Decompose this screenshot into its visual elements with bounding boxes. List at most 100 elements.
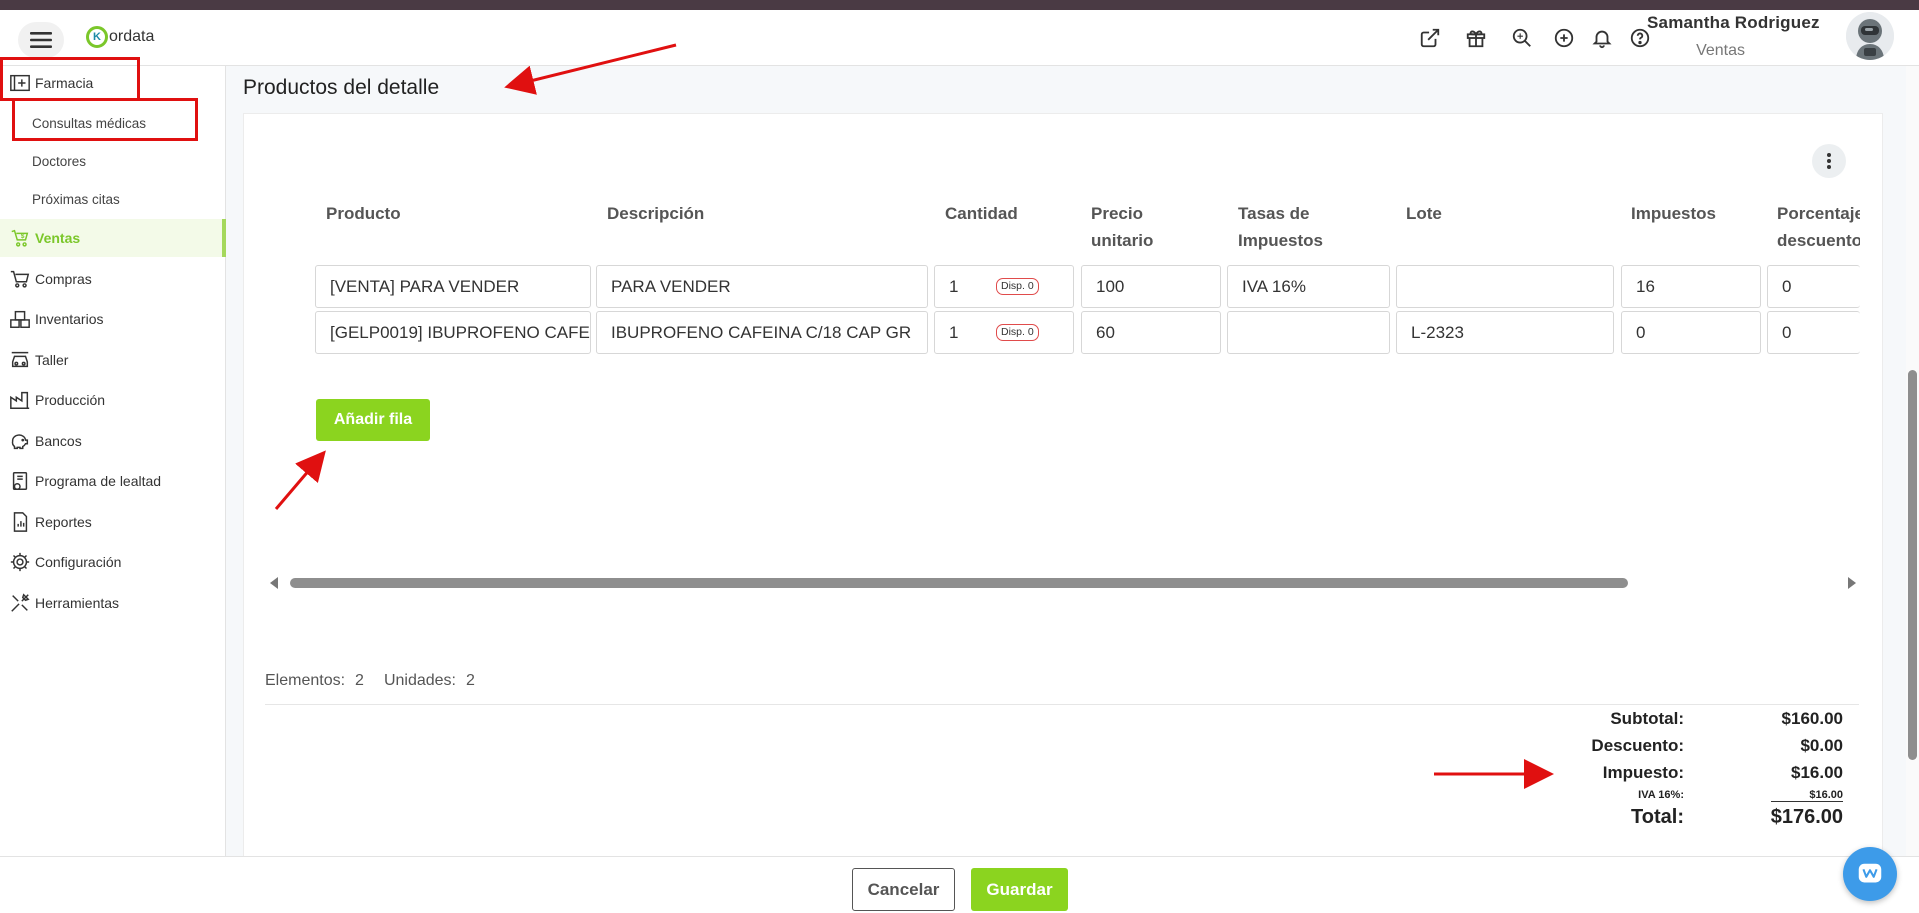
column-header-lote: Lote [1406,204,1442,223]
sidebar-item-label: Ventas [35,230,81,246]
sidebar-item-label: Programa de lealtad [35,473,162,489]
sidebar-item-produccion[interactable]: Producción [0,381,224,419]
elementos-label: Elementos: [265,672,346,689]
section-title: Productos del detalle [243,76,440,99]
producto-input[interactable]: [VENTA] PARA VENDER [315,265,591,308]
kebab-icon [1827,153,1831,169]
sidebar-item-reportes[interactable]: Reportes [0,503,224,541]
search-icon[interactable] [1510,26,1534,50]
subtotal-label: Subtotal: [1610,709,1684,728]
sidebar-item-taller[interactable]: Taller [0,341,224,379]
vertical-scroll-thumb[interactable] [1908,370,1917,760]
svg-text:$: $ [21,233,25,240]
elementos-value: 2 [355,672,364,689]
descuento-value: $0.00 [1800,736,1843,755]
gift-icon[interactable] [1464,26,1488,50]
annotation-box-farmacia [0,57,140,101]
sidebar-item-compras[interactable]: Compras [0,260,224,298]
report-icon [8,510,32,534]
sidebar-item-label: Taller [35,352,69,368]
sidebar-sub-doctores[interactable]: Doctores [32,154,86,169]
horizontal-scroll-thumb[interactable] [290,578,1628,588]
sidebar-item-herramientas[interactable]: Herramientas [0,584,224,622]
sidebar-item-label: Producción [35,392,106,408]
header-line: Tasas de [1238,204,1310,223]
subtotal-value: $160.00 [1781,709,1843,728]
impuestos-input[interactable]: 0 [1621,311,1761,354]
external-link-icon[interactable] [1418,26,1442,50]
lote-input[interactable] [1396,265,1614,308]
app-header: K ordata [0,10,1919,66]
scroll-left-arrow-icon[interactable] [270,577,278,589]
loyalty-card-icon [8,469,32,493]
column-header-porcentaje: Porcentaje descuento [1777,200,1860,254]
scroll-right-arrow-icon[interactable] [1848,577,1856,589]
save-button[interactable]: Guardar [971,868,1068,911]
total-label: Total: [1631,806,1684,828]
disponible-badge: Disp. 0 [996,278,1039,295]
tasas-select[interactable] [1227,311,1390,354]
header-actions [1418,26,1652,50]
hamburger-icon [30,32,52,48]
sidebar-item-label: Reportes [35,514,92,530]
precio-input[interactable]: 100 [1081,265,1221,308]
lote-input[interactable]: L-2323 [1396,311,1614,354]
user-name[interactable]: Samantha Rodriguez [1647,13,1820,33]
more-options-button[interactable] [1812,144,1846,178]
impuesto-label: Impuesto: [1602,763,1684,782]
sidebar-item-inventarios[interactable]: Inventarios [0,300,224,338]
cancel-button[interactable]: Cancelar [852,868,955,911]
user-avatar[interactable] [1846,12,1894,60]
boxes-icon [8,307,32,331]
unidades-value: 2 [466,672,475,689]
logo-mark-icon: K [86,26,108,48]
producto-input[interactable]: [GELP0019] IBUPROFENO CAFEINA C/18 CAP G… [315,311,591,354]
unidades-label: Unidades: [383,672,456,689]
chat-widget-button[interactable] [1843,847,1897,901]
descuento-input[interactable]: 0 [1767,311,1860,354]
descripcion-input[interactable]: IBUPROFENO CAFEINA C/18 CAP GR [596,311,928,354]
piggy-bank-icon [8,429,32,453]
plus-circle-icon[interactable] [1552,26,1576,50]
car-icon [8,348,32,372]
cantidad-input[interactable]: 1 Disp. 0 [934,311,1074,354]
impuestos-input[interactable]: 16 [1621,265,1761,308]
factory-icon [8,388,32,412]
tasas-select[interactable]: IVA 16% [1227,265,1390,308]
add-row-button[interactable]: Añadir fila [316,399,430,441]
summary-stats: Elementos: 2 Unidades: 2 [265,672,495,690]
disponible-badge: Disp. 0 [996,324,1039,341]
sidebar-sub-proximas-citas[interactable]: Próximas citas [32,192,120,207]
sidebar-item-programa-lealtad[interactable]: Programa de lealtad [0,462,224,500]
logo-text: ordata [109,28,155,45]
header-line: Porcentaje [1777,204,1860,223]
descripcion-input[interactable]: PARA VENDER [596,265,928,308]
menu-toggle-button[interactable] [18,22,64,58]
sidebar-item-configuracion[interactable]: Configuración [0,543,224,581]
cart-icon [8,267,32,291]
tools-icon [8,591,32,615]
header-line: Precio [1091,204,1143,223]
impuesto-value: $16.00 [1791,763,1843,782]
header-line: Impuestos [1238,231,1324,250]
precio-input[interactable]: 60 [1081,311,1221,354]
user-role: Ventas [1696,42,1745,59]
sidebar-item-label: Herramientas [35,595,120,611]
column-header-precio: Precio unitario [1091,200,1153,254]
total-value: $176.00 [1770,806,1843,828]
sidebar-item-label: Bancos [35,433,82,449]
descuento-input[interactable]: 0 [1767,265,1860,308]
column-header-producto: Producto [326,204,401,223]
sales-tag-icon: $ [8,226,32,250]
sidebar-item-bancos[interactable]: Bancos [0,422,224,460]
sidebar-item-label: Inventarios [35,311,104,327]
sidebar [0,66,226,856]
app-logo[interactable]: K ordata [86,26,154,48]
cantidad-value: 1 [949,277,959,296]
iva-label: IVA 16%: [1638,789,1684,801]
sidebar-item-label: Configuración [35,554,122,570]
cantidad-input[interactable]: 1 Disp. 0 [934,265,1074,308]
column-header-descripcion: Descripción [607,204,705,223]
bell-icon[interactable] [1590,26,1614,50]
sidebar-item-ventas[interactable]: $ Ventas [0,219,226,257]
